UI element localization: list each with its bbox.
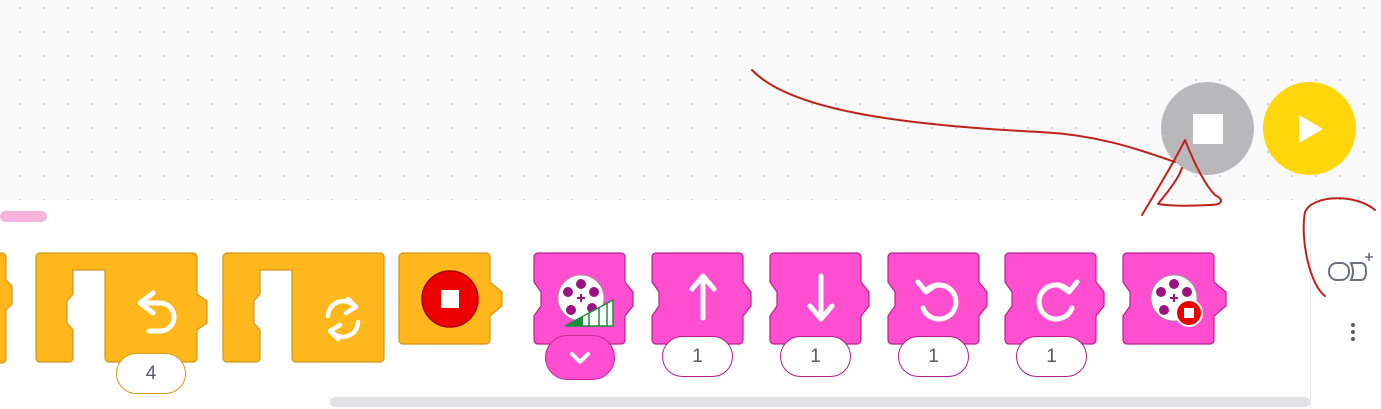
turn-right-input[interactable]: 1 xyxy=(1016,336,1087,377)
block-move-down[interactable] xyxy=(769,252,873,348)
stop-red-icon xyxy=(421,270,479,328)
repeat-count-input[interactable]: 4 xyxy=(116,353,186,394)
block-motor-speed[interactable] xyxy=(533,252,637,348)
block-move-up[interactable] xyxy=(651,252,755,348)
palette-scrollbar[interactable] xyxy=(330,397,1310,407)
stop-square-icon xyxy=(1192,113,1223,144)
side-panel xyxy=(1310,200,1381,409)
more-vertical-icon[interactable] xyxy=(1347,321,1359,343)
play-button[interactable] xyxy=(1263,82,1356,175)
block-motor-stop[interactable] xyxy=(1122,252,1230,348)
stop-button[interactable] xyxy=(1161,82,1254,175)
block-turn-right[interactable] xyxy=(1004,252,1108,348)
move-down-input[interactable]: 1 xyxy=(780,336,851,377)
chevron-down-icon xyxy=(570,351,590,364)
add-extension-icon[interactable] xyxy=(1327,252,1373,288)
block-repeat-times[interactable] xyxy=(35,252,211,364)
block-repeat-forever[interactable] xyxy=(222,252,388,364)
turn-left-input[interactable]: 1 xyxy=(898,336,969,377)
block-partial-orange[interactable] xyxy=(0,252,13,364)
speed-dropdown-button[interactable] xyxy=(545,335,615,380)
move-up-input[interactable]: 1 xyxy=(662,336,733,377)
block-stop-program[interactable] xyxy=(398,252,506,348)
block-turn-left[interactable] xyxy=(887,252,991,348)
category-scroll-indicator[interactable] xyxy=(0,211,47,222)
play-triangle-icon xyxy=(1298,114,1323,143)
